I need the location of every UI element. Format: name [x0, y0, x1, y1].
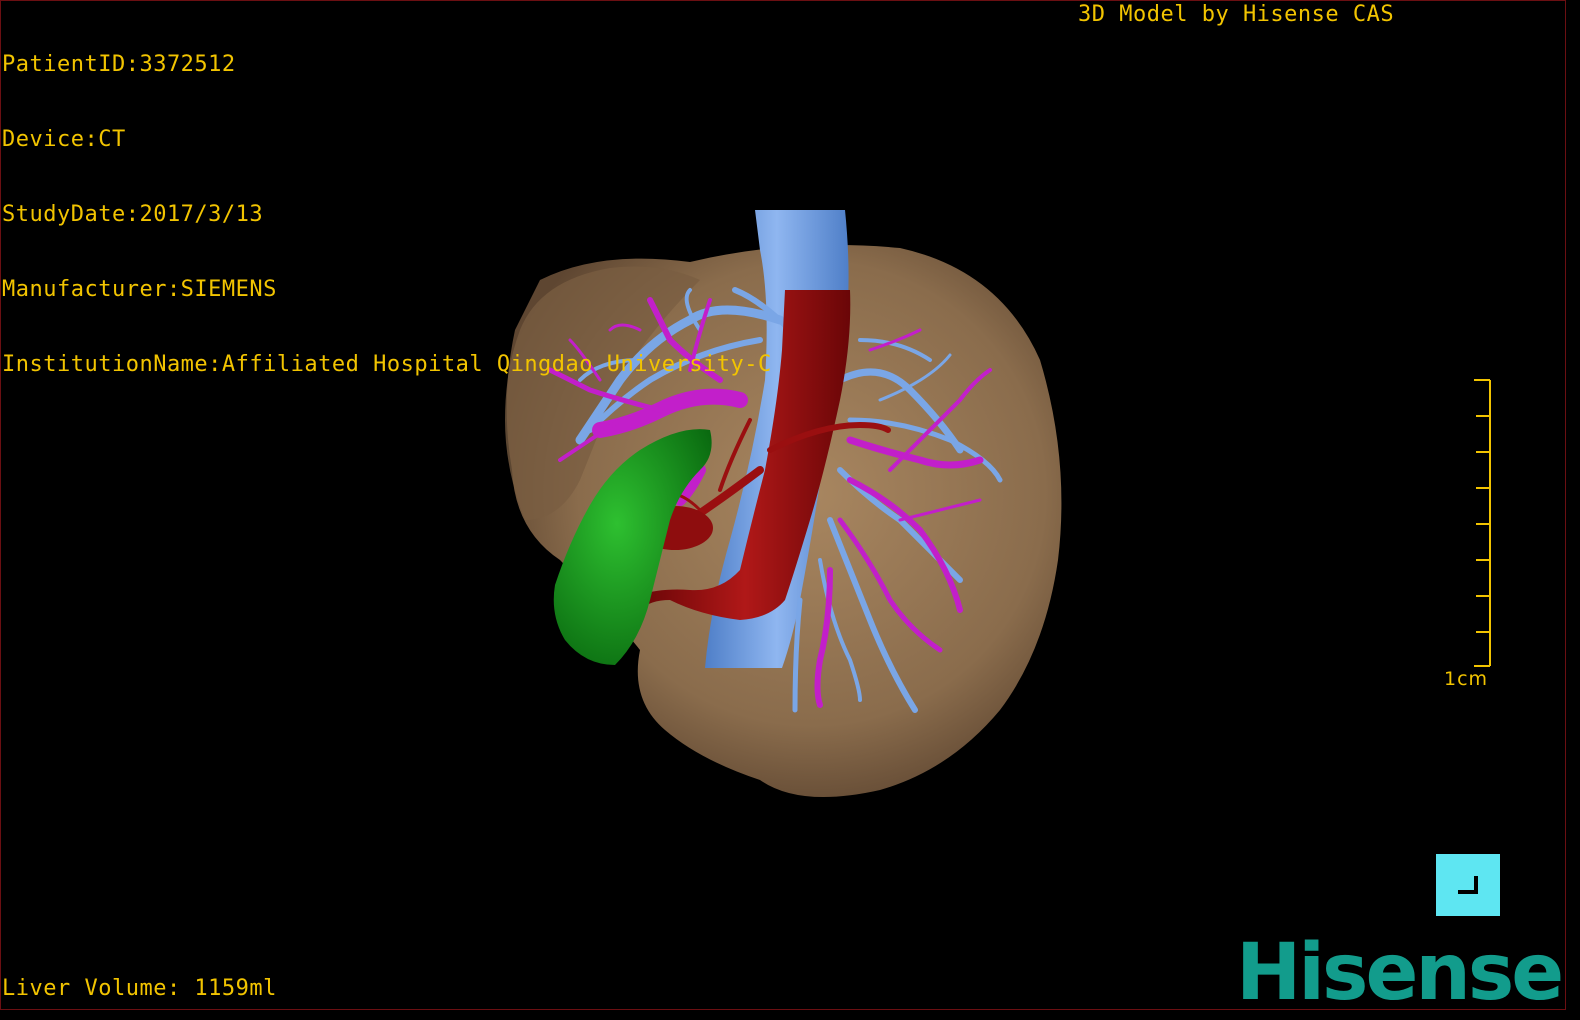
device: Device:CT	[2, 127, 126, 152]
corner-bracket-icon	[1458, 876, 1478, 894]
model-credit: 3D Model by Hisense CAS	[1078, 2, 1395, 27]
patient-id: PatientID:3372512	[2, 52, 236, 77]
corner-view-button[interactable]	[1436, 854, 1500, 916]
3d-viewport[interactable]: PatientID:3372512 Device:CT StudyDate:20…	[0, 0, 1580, 1020]
hisense-logo: Hisense	[1236, 928, 1564, 1018]
scale-bar-label: 1cm	[1444, 668, 1489, 690]
dicom-info-overlay: PatientID:3372512 Device:CT StudyDate:20…	[2, 2, 772, 427]
liver-volume: Liver Volume: 1159ml	[2, 976, 277, 1001]
manufacturer: Manufacturer:SIEMENS	[2, 277, 277, 302]
study-date: StudyDate:2017/3/13	[2, 202, 264, 227]
institution-name: InstitutionName:Affiliated Hospital Qing…	[2, 352, 772, 377]
